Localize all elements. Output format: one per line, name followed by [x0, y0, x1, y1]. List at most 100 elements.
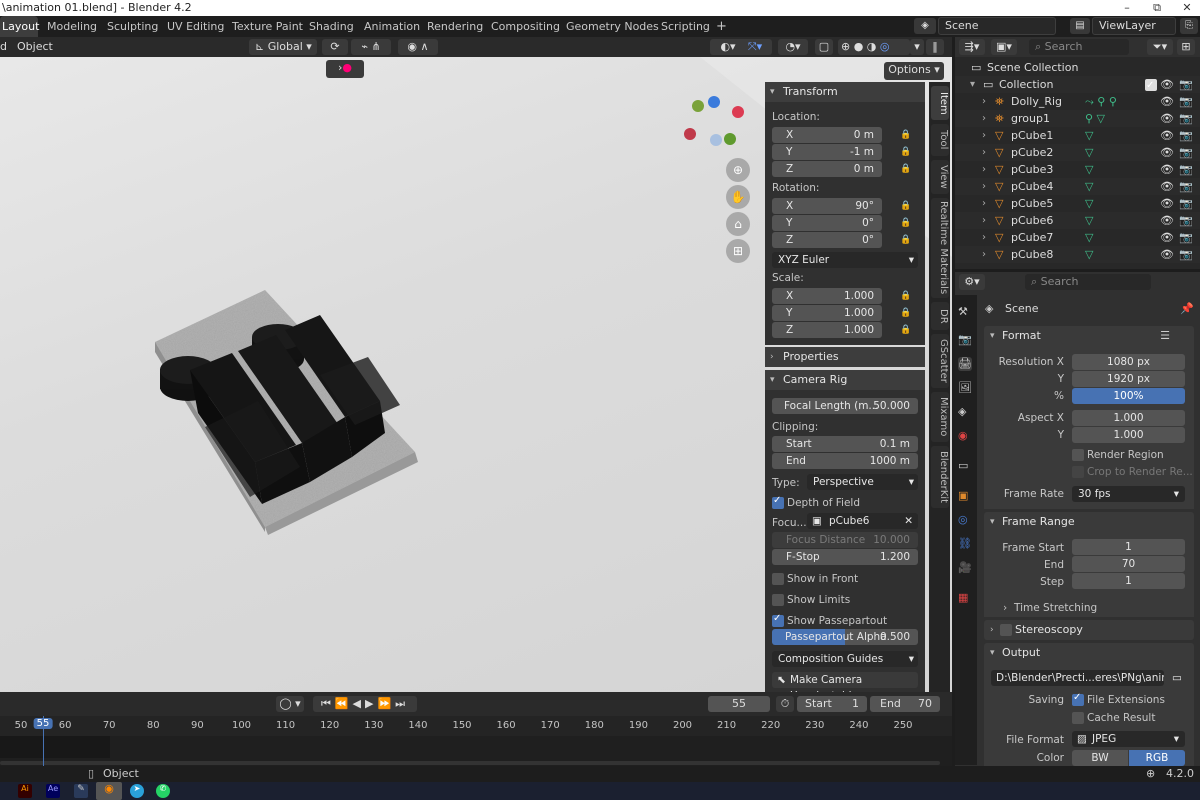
- start-frame-field[interactable]: Start 1: [797, 696, 867, 712]
- timeline-body[interactable]: [0, 736, 952, 766]
- pan-hand-icon[interactable]: ✋: [726, 185, 750, 209]
- tab-mixamo[interactable]: Mixamo: [931, 392, 949, 442]
- filter-icon[interactable]: ⏷▾: [1147, 39, 1173, 55]
- data-tab-icon[interactable]: 🎥: [958, 561, 972, 575]
- tool-tab-icon[interactable]: ⚒: [958, 305, 972, 319]
- scale-x-field[interactable]: X 1.000: [772, 288, 882, 304]
- rotation-z-field[interactable]: Z 0°: [772, 232, 882, 248]
- tab-dr[interactable]: DR: [931, 302, 949, 330]
- output-path-input[interactable]: D:\Blender\Precti...eres\PNg\anim 1\: [991, 670, 1164, 686]
- tab-modeling[interactable]: Modeling: [45, 16, 99, 37]
- scale-y-field[interactable]: Y 1.000: [772, 305, 882, 321]
- pause-render-icon[interactable]: ‖: [926, 39, 944, 55]
- scene-icon[interactable]: ◈: [914, 18, 936, 34]
- tab-uv-editing[interactable]: UV Editing: [165, 16, 226, 37]
- outliner-row[interactable]: › ▽ pCube6 ▽ 👁 📷: [955, 212, 1200, 229]
- gizmo-y-icon[interactable]: [692, 100, 704, 112]
- output-panel-header[interactable]: ▾ Output: [984, 643, 1194, 663]
- output-tab-icon[interactable]: 🖨: [958, 357, 972, 371]
- stopwatch-icon[interactable]: ⏱: [776, 696, 794, 712]
- mesh-data-icon[interactable]: ⤳ ⚲ ⚲: [1085, 93, 1117, 110]
- keying-icon[interactable]: ◯ ▾: [276, 696, 304, 712]
- view-toggle-button[interactable]: ›●: [326, 60, 364, 78]
- overlays-icon[interactable]: ◔▾: [778, 39, 808, 55]
- pin-icon[interactable]: 📌: [1180, 302, 1194, 315]
- lock-icon[interactable]: 🔒: [900, 201, 911, 211]
- object-menu[interactable]: Object: [17, 39, 53, 55]
- properties-search-input[interactable]: ⌕ Search: [1025, 274, 1151, 290]
- lock-icon[interactable]: 🔒: [900, 291, 911, 301]
- stereoscopy-checkbox[interactable]: [1000, 624, 1012, 636]
- tab-gscatter[interactable]: GScatter: [931, 334, 949, 388]
- outliner-row[interactable]: › ▽ pCube7 ▽ 👁 📷: [955, 229, 1200, 246]
- show-passepartout-checkbox[interactable]: [772, 613, 784, 627]
- gizmo-neg-x-icon[interactable]: [684, 128, 696, 140]
- render-camera-icon[interactable]: 📷: [1179, 161, 1193, 178]
- view-layer-tab-icon[interactable]: 🖼: [958, 381, 972, 395]
- physics-tab-icon[interactable]: ◎: [958, 513, 972, 527]
- whatsapp-icon[interactable]: ✆: [156, 784, 170, 798]
- file-extensions-checkbox[interactable]: [1072, 692, 1084, 706]
- mesh-data-icon[interactable]: ▽: [1085, 144, 1093, 161]
- navigation-gizmo[interactable]: [682, 94, 752, 154]
- rotation-y-field[interactable]: Y 0°: [772, 215, 882, 231]
- zoom-icon[interactable]: ⊕: [726, 158, 750, 182]
- add-workspace-button[interactable]: +: [714, 16, 729, 37]
- playback-controls[interactable]: ⏮⏪◀▶⏩⏭: [313, 696, 417, 712]
- tab-animation[interactable]: Animation: [362, 16, 422, 37]
- new-collection-icon[interactable]: ⊞: [1177, 39, 1195, 55]
- composition-guides-dropdown[interactable]: Composition Guides ▾: [772, 651, 918, 667]
- editor-type-icon[interactable]: ⇶▾: [959, 39, 985, 55]
- render-camera-icon[interactable]: 📷: [1179, 246, 1193, 263]
- display-mode-icon[interactable]: ▣▾: [991, 39, 1017, 55]
- visibility-eye-icon[interactable]: 👁: [1160, 195, 1174, 212]
- gizmo-neg-y-icon[interactable]: [724, 133, 736, 145]
- rotation-mode-dropdown[interactable]: XYZ Euler ▾: [772, 252, 918, 268]
- visibility-eye-icon[interactable]: 👁: [1160, 76, 1174, 93]
- mesh-data-icon[interactable]: ▽: [1085, 229, 1093, 246]
- constraints-tab-icon[interactable]: ⛓: [958, 537, 972, 551]
- options-dropdown[interactable]: Options ▾: [884, 62, 944, 80]
- outliner-row[interactable]: ▭ Scene Collection: [955, 59, 1200, 76]
- outliner-row[interactable]: › ⛯ Dolly_Rig ⤳ ⚲ ⚲ 👁 📷: [955, 93, 1200, 110]
- render-camera-icon[interactable]: 📷: [1179, 229, 1193, 246]
- perspective-toggle-icon[interactable]: ⊞: [726, 239, 750, 263]
- shading-options-icon[interactable]: ▾: [910, 39, 924, 55]
- render-tab-icon[interactable]: 📷: [958, 333, 972, 347]
- editor-type-icon[interactable]: ⚙▾: [959, 274, 985, 290]
- telegram-icon[interactable]: ➤: [130, 784, 144, 798]
- show-limits-checkbox[interactable]: [772, 594, 784, 606]
- collapsed-icon[interactable]: ›: [982, 127, 986, 144]
- add-view-layer-icon[interactable]: ⎘: [1180, 18, 1198, 34]
- stereoscopy-panel-header[interactable]: › Stereoscopy: [984, 620, 1194, 640]
- clip-start-field[interactable]: Start 0.1 m: [772, 436, 918, 452]
- format-panel-header[interactable]: ▾ Format ☰: [984, 326, 1194, 346]
- location-y-field[interactable]: Y -1 m: [772, 144, 882, 160]
- collapsed-icon[interactable]: ›: [982, 161, 986, 178]
- visibility-eye-icon[interactable]: 👁: [1160, 110, 1174, 127]
- visibility-eye-icon[interactable]: 👁: [1160, 127, 1174, 144]
- timeline-scrollbar[interactable]: [0, 761, 940, 765]
- mesh-data-icon[interactable]: ▽: [1085, 127, 1093, 144]
- visibility-eye-icon[interactable]: 👁: [1160, 212, 1174, 229]
- gizmo-icon[interactable]: ⤧▾: [738, 39, 772, 55]
- minimize-button[interactable]: –: [1112, 0, 1142, 16]
- color-rgb-button[interactable]: RGB: [1129, 750, 1185, 766]
- show-in-front-checkbox[interactable]: [772, 573, 784, 585]
- outliner-row[interactable]: › ▽ pCube4 ▽ 👁 📷: [955, 178, 1200, 195]
- tab-scripting[interactable]: Scripting: [659, 16, 712, 37]
- after-effects-icon[interactable]: Ae: [46, 784, 60, 798]
- location-z-field[interactable]: Z 0 m: [772, 161, 882, 177]
- presets-icon[interactable]: ☰: [1160, 326, 1170, 346]
- mesh-data-icon[interactable]: ▽: [1085, 178, 1093, 195]
- lock-icon[interactable]: 🔒: [900, 147, 911, 157]
- tab-tool[interactable]: Tool: [931, 124, 949, 156]
- end-frame-field[interactable]: End 70: [870, 696, 940, 712]
- resolution-percentage-slider[interactable]: 100%: [1072, 388, 1185, 404]
- make-unselectable-button[interactable]: ⬉Make Camera Unselectable: [772, 672, 918, 702]
- mesh-data-icon[interactable]: ▽: [1085, 195, 1093, 212]
- resolution-x-field[interactable]: 1080 px: [1072, 354, 1185, 370]
- outliner-search-input[interactable]: ⌕ Search: [1029, 39, 1129, 55]
- fstop-field[interactable]: F-Stop 1.200: [772, 549, 918, 565]
- render-region-checkbox[interactable]: [1072, 449, 1084, 461]
